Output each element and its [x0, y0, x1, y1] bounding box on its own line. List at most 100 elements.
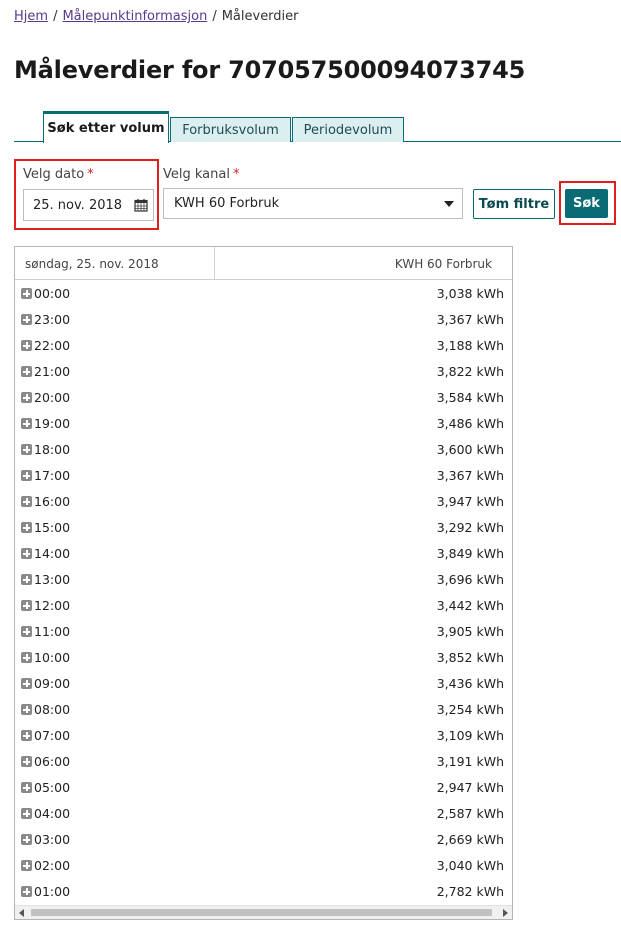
table-row[interactable]: 14:00 3,849 kWh: [15, 541, 512, 567]
row-time: 12:00: [34, 598, 71, 613]
row-value: 2,947 kWh: [436, 780, 504, 795]
row-value: 3,038 kWh: [436, 286, 504, 301]
plus-square-icon[interactable]: [21, 392, 32, 403]
tab-sok-etter-volum[interactable]: Søk etter volum: [43, 111, 169, 143]
plus-square-icon[interactable]: [21, 314, 32, 325]
row-value: 2,587 kWh: [436, 806, 504, 821]
table-row[interactable]: 02:00 3,040 kWh: [15, 853, 512, 879]
row-time: 23:00: [34, 312, 71, 327]
column-header-channel[interactable]: KWH 60 Forbruk: [395, 257, 492, 271]
plus-square-icon[interactable]: [21, 808, 32, 819]
row-value: 3,109 kWh: [436, 728, 504, 743]
table-row[interactable]: 19:00 3,486 kWh: [15, 411, 512, 437]
table-row[interactable]: 11:00 3,905 kWh: [15, 619, 512, 645]
row-value: 2,782 kWh: [436, 884, 504, 899]
plus-square-icon[interactable]: [21, 782, 32, 793]
plus-square-icon[interactable]: [21, 574, 32, 585]
plus-square-icon[interactable]: [21, 886, 32, 897]
row-time: 19:00: [34, 416, 71, 431]
table-row[interactable]: 10:00 3,852 kWh: [15, 645, 512, 671]
scrollbar-thumb[interactable]: [31, 909, 492, 916]
table-row[interactable]: 22:00 3,188 kWh: [15, 333, 512, 359]
table-row[interactable]: 21:00 3,822 kWh: [15, 359, 512, 385]
row-value: 3,292 kWh: [436, 520, 504, 535]
plus-square-icon[interactable]: [21, 340, 32, 351]
scroll-right-icon[interactable]: [503, 909, 508, 917]
row-time: 07:00: [34, 728, 71, 743]
table-row[interactable]: 16:00 3,947 kWh: [15, 489, 512, 515]
plus-square-icon[interactable]: [21, 418, 32, 429]
row-value: 3,367 kWh: [436, 468, 504, 483]
highlight-box-search: [559, 181, 616, 225]
row-value: 3,600 kWh: [436, 442, 504, 457]
table-row[interactable]: 03:00 2,669 kWh: [15, 827, 512, 853]
row-value: 3,191 kWh: [436, 754, 504, 769]
table-row[interactable]: 07:00 3,109 kWh: [15, 723, 512, 749]
breadcrumb-link-home[interactable]: Hjem: [14, 9, 48, 24]
plus-square-icon[interactable]: [21, 470, 32, 481]
table-row[interactable]: 18:00 3,600 kWh: [15, 437, 512, 463]
plus-square-icon[interactable]: [21, 288, 32, 299]
row-value: 3,584 kWh: [436, 390, 504, 405]
plus-square-icon[interactable]: [21, 600, 32, 611]
plus-square-icon[interactable]: [21, 860, 32, 871]
clear-filters-button[interactable]: Tøm filtre: [473, 189, 555, 219]
table-row[interactable]: 17:00 3,367 kWh: [15, 463, 512, 489]
row-value: 3,486 kWh: [436, 416, 504, 431]
plus-square-icon[interactable]: [21, 522, 32, 533]
highlight-box-date: [14, 159, 159, 230]
column-header-date[interactable]: søndag, 25. nov. 2018: [25, 257, 159, 271]
row-value: 3,436 kWh: [436, 676, 504, 691]
column-divider: [214, 247, 215, 279]
row-time: 08:00: [34, 702, 71, 717]
table-row[interactable]: 05:00 2,947 kWh: [15, 775, 512, 801]
row-value: 3,822 kWh: [436, 364, 504, 379]
table-row[interactable]: 08:00 3,254 kWh: [15, 697, 512, 723]
table-row[interactable]: 09:00 3,436 kWh: [15, 671, 512, 697]
plus-square-icon[interactable]: [21, 678, 32, 689]
row-time: 18:00: [34, 442, 71, 457]
row-value: 2,669 kWh: [436, 832, 504, 847]
tab-forbruksvolum[interactable]: Forbruksvolum: [170, 117, 291, 142]
plus-square-icon[interactable]: [21, 444, 32, 455]
breadcrumb-separator: /: [212, 9, 217, 24]
table-row[interactable]: 04:00 2,587 kWh: [15, 801, 512, 827]
page-title: Måleverdier for 707057500094073745: [14, 56, 526, 84]
breadcrumb-link-malepunktinformasjon[interactable]: Målepunktinformasjon: [62, 9, 207, 24]
channel-field-label-text: Velg kanal: [163, 167, 230, 182]
plus-square-icon[interactable]: [21, 366, 32, 377]
plus-square-icon[interactable]: [21, 730, 32, 741]
channel-select[interactable]: KWH 60 Forbruk: [163, 188, 463, 219]
tab-periodevolum[interactable]: Periodevolum: [292, 117, 404, 142]
horizontal-scrollbar[interactable]: [15, 905, 512, 919]
table-row[interactable]: 13:00 3,696 kWh: [15, 567, 512, 593]
row-time: 15:00: [34, 520, 71, 535]
table-row[interactable]: 00:00 3,038 kWh: [15, 281, 512, 307]
table-row[interactable]: 01:00 2,782 kWh: [15, 879, 512, 905]
row-time: 02:00: [34, 858, 71, 873]
plus-square-icon[interactable]: [21, 756, 32, 767]
table-row[interactable]: 12:00 3,442 kWh: [15, 593, 512, 619]
table-row[interactable]: 20:00 3,584 kWh: [15, 385, 512, 411]
plus-square-icon[interactable]: [21, 652, 32, 663]
row-value: 3,254 kWh: [436, 702, 504, 717]
plus-square-icon[interactable]: [21, 704, 32, 715]
row-value: 3,367 kWh: [436, 312, 504, 327]
row-value: 3,040 kWh: [436, 858, 504, 873]
breadcrumb: Hjem / Målepunktinformasjon / Måleverdie…: [14, 9, 299, 24]
row-value: 3,188 kWh: [436, 338, 504, 353]
plus-square-icon[interactable]: [21, 626, 32, 637]
row-time: 21:00: [34, 364, 71, 379]
row-time: 04:00: [34, 806, 71, 821]
plus-square-icon[interactable]: [21, 496, 32, 507]
table-row[interactable]: 23:00 3,367 kWh: [15, 307, 512, 333]
plus-square-icon[interactable]: [21, 834, 32, 845]
row-time: 13:00: [34, 572, 71, 587]
scroll-left-icon[interactable]: [19, 909, 24, 917]
row-time: 01:00: [34, 884, 71, 899]
plus-square-icon[interactable]: [21, 548, 32, 559]
table-body: 00:00 3,038 kWh 23:00 3,367 kWh 22:00 3,188 k…: [15, 281, 512, 905]
table-row[interactable]: 06:00 3,191 kWh: [15, 749, 512, 775]
row-value: 3,905 kWh: [436, 624, 504, 639]
table-row[interactable]: 15:00 3,292 kWh: [15, 515, 512, 541]
